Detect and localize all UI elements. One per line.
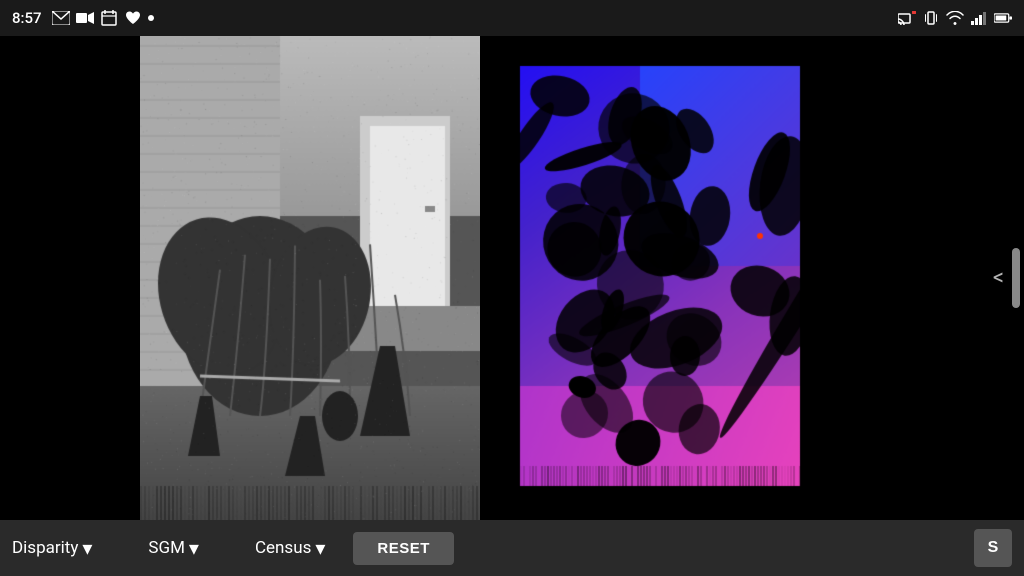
video-icon [76,11,94,25]
disparity-map [490,36,830,520]
algorithm-label: SGM [148,538,185,558]
left-image-panel [140,36,480,520]
status-bar: 8:57 [0,0,1024,36]
disparity-label: Disparity [12,538,78,558]
cost-dropdown-group[interactable]: Census ▾ [255,536,325,560]
disparity-dropdown-group[interactable]: Disparity ▾ [12,536,92,560]
wifi-icon [946,11,964,25]
notification-dot [148,15,154,21]
battery-icon [994,11,1012,25]
signal-icon [970,11,988,25]
calendar-icon [100,11,118,25]
algorithm-dropdown-arrow[interactable]: ▾ [189,536,199,560]
vibrate-icon [922,11,940,25]
main-content: < [0,36,1024,520]
heart-icon [124,11,142,25]
status-time: 8:57 [12,9,42,27]
cost-dropdown-arrow[interactable]: ▾ [315,536,325,560]
chevron-left-icon[interactable]: < [993,266,1004,291]
scroll-handle[interactable] [1012,248,1020,308]
bottom-toolbar: Disparity ▾ SGM ▾ Census ▾ RESET S [0,520,1024,576]
cast-icon [898,11,916,25]
disparity-dropdown-arrow[interactable]: ▾ [82,536,92,560]
status-icons-right [898,11,1012,25]
grayscale-image [140,36,480,520]
cost-label: Census [255,538,311,558]
reset-button[interactable]: RESET [353,532,454,565]
gmail-icon [52,11,70,25]
s-button[interactable]: S [974,529,1012,567]
disparity-image-panel [490,36,830,520]
algorithm-dropdown-group[interactable]: SGM ▾ [148,536,199,560]
status-icons-left [52,11,154,25]
